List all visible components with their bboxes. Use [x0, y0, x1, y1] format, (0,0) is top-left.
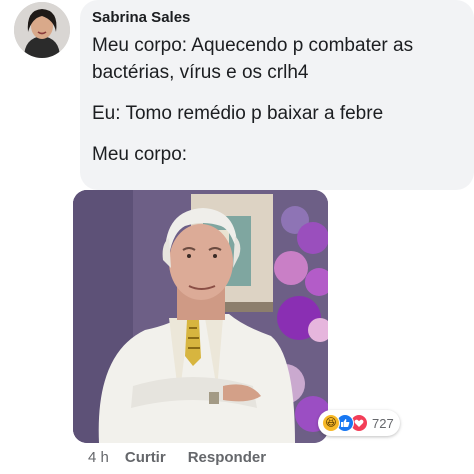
comment-text: Meu corpo: Aquecendo p combater as bacté…	[92, 32, 460, 168]
comment-timestamp[interactable]: 4 h	[88, 449, 109, 466]
reactions-summary[interactable]: 😆 727	[318, 410, 400, 436]
reply-button[interactable]: Responder	[188, 449, 266, 466]
comment-author[interactable]: Sabrina Sales	[92, 8, 460, 28]
comment-photo[interactable]	[73, 190, 328, 443]
meme-image	[73, 190, 328, 443]
author-avatar[interactable]	[14, 2, 70, 58]
haha-icon: 😆	[322, 414, 340, 432]
comment-line: Meu corpo:	[92, 144, 188, 165]
comment-bubble: Sabrina Sales Meu corpo: Aquecendo p com…	[80, 0, 474, 190]
comment-line: Eu: Tomo remédio p baixar a febre	[92, 103, 384, 124]
comment-line: Meu corpo: Aquecendo p combater as bacté…	[92, 35, 414, 83]
like-button[interactable]: Curtir	[125, 449, 166, 466]
avatar-image	[14, 2, 70, 58]
comment-actions: 4 h Curtir Responder	[88, 449, 288, 466]
reaction-count: 727	[372, 415, 394, 431]
